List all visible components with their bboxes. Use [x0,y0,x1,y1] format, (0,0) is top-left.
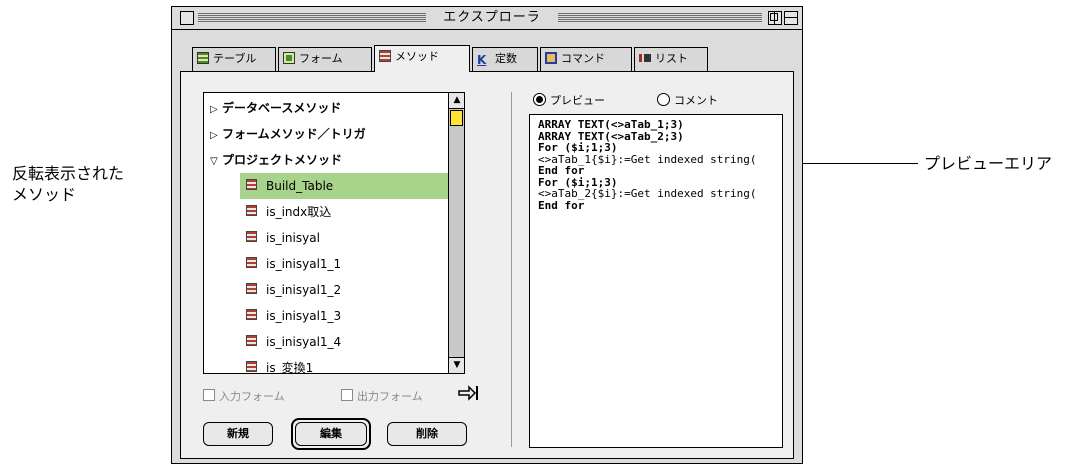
list-item[interactable]: is_inisyal1_1 [204,251,448,277]
open-in-editor-icon[interactable] [457,384,479,402]
delete-button[interactable]: 削除 [387,422,467,446]
title-bar[interactable]: エクスプローラ [172,7,802,30]
checkbox-label: 入力フォーム [219,390,285,403]
tab-table[interactable]: テーブル [192,47,276,71]
list-vertical-scrollbar[interactable]: ▲ ▼ [448,93,464,373]
tab-command[interactable]: コマンド [540,47,632,71]
comment-radio[interactable]: コメント [657,92,718,108]
scroll-down-arrow-icon[interactable]: ▼ [449,357,464,373]
method-icon [246,361,257,372]
code-line: End for [538,198,585,212]
method-name: is_inisyal [266,231,320,245]
tree-folder-form-methods-triggers[interactable]: ▷ フォームメソッド／トリガ [204,121,454,147]
disclosure-triangle-expanded-icon[interactable]: ▽ [210,149,222,175]
form-icon [283,52,295,64]
disclosure-triangle-icon[interactable]: ▷ [210,97,222,123]
callout-highlighted-method: 反転表示された メソッド [12,163,124,205]
code-line: End for [538,164,585,177]
preview-radio[interactable]: プレビュー [533,92,605,108]
tree-folder-project-methods[interactable]: ▽ プロジェクトメソッド [204,147,454,173]
tab-list[interactable]: リスト [634,47,708,71]
method-list[interactable]: ▷ データベースメソッド ▷ フォームメソッド／トリガ ▽ プロジェクトメソッド Bu… [203,92,465,374]
callout-left-line1: 反転表示された [12,164,125,183]
list-item[interactable]: is_inisyal [204,225,448,251]
method-name: Build_Table [266,179,334,193]
tab-label: フォーム [299,52,343,65]
tab-label: 定数 [495,52,517,65]
panel-divider [511,92,512,447]
method-name: is_indx取込 [266,205,332,219]
explorer-window: エクスプローラ テーブル フォーム メソッド K 定数 コマンド リスト ▷ データ… [171,6,803,464]
method-icon [246,179,257,190]
input-form-checkbox[interactable]: 入力フォーム [203,388,285,404]
list-item[interactable]: is_indx取込 [204,199,448,225]
radio-button-selected[interactable] [533,93,546,106]
method-icon [379,50,391,62]
tree-folder-label: プロジェクトメソッド [222,153,343,167]
collapse-box-icon[interactable] [784,11,798,25]
method-name: is_inisyal1_1 [266,257,342,271]
list-item[interactable]: is_inisyal1_2 [204,277,448,303]
code-line: ARRAY TEXT(<>aTab_1;3) [538,118,684,131]
method-name: is_変換1 [266,361,314,374]
list-item[interactable]: is_inisyal1_4 [204,329,448,355]
tab-label: リスト [655,52,688,65]
code-line: <>aTab_2{$i}:=Get indexed string( [538,187,757,200]
tree-folder-label: データベースメソッド [222,101,342,115]
code-line: For ($i;1;3) [538,141,618,154]
tab-label: メソッド [395,50,439,63]
close-box-icon[interactable] [180,11,194,25]
scroll-thumb[interactable] [450,110,463,126]
list-item[interactable]: is_変換1 [204,355,448,374]
scroll-up-arrow-icon[interactable]: ▲ [449,93,464,109]
tree-folder-label: フォームメソッド／トリガ [222,127,366,141]
tab-method[interactable]: メソッド [374,45,470,72]
zoom-box-icon[interactable] [768,11,782,25]
list-item[interactable]: Build_Table [204,173,464,199]
method-icon [246,231,257,242]
list-icon [639,54,651,62]
radio-label: コメント [674,94,718,107]
callout-preview-area: プレビューエリア [924,154,1053,173]
checkbox-box[interactable] [341,389,353,401]
method-icon [246,283,257,294]
title-stripes-right [558,13,762,23]
window-title: エクスプローラ [430,9,554,27]
method-tab-panel: ▷ データベースメソッド ▷ フォームメソッド／トリガ ▽ プロジェクトメソッド Bu… [180,71,794,459]
tree-folder-database-methods[interactable]: ▷ データベースメソッド [204,95,454,121]
method-icon [246,335,257,346]
callout-left-line2: メソッド [12,185,77,204]
edit-button-default-ring: 編集 [291,418,371,450]
tab-label: コマンド [561,52,605,65]
checkbox-label: 出力フォーム [357,390,423,403]
command-icon [545,52,557,64]
method-icon [246,205,257,216]
preview-area: ARRAY TEXT(<>aTab_1;3) ARRAY TEXT(<>aTab… [529,114,783,448]
radio-button[interactable] [657,93,670,106]
method-name: is_inisyal1_4 [266,335,342,349]
method-name: is_inisyal1_2 [266,283,342,297]
edit-button[interactable]: 編集 [295,422,367,446]
disclosure-triangle-icon[interactable]: ▷ [210,123,222,149]
method-icon [246,309,257,320]
tab-form[interactable]: フォーム [278,47,372,71]
radio-label: プレビュー [550,94,605,107]
method-name: is_inisyal1_3 [266,309,342,323]
checkbox-box[interactable] [203,389,215,401]
new-button[interactable]: 新規 [203,422,273,446]
list-item[interactable]: is_inisyal1_3 [204,303,448,329]
tab-constant[interactable]: K 定数 [472,47,538,71]
output-form-checkbox[interactable]: 出力フォーム [341,388,423,404]
constant-k-icon: K [477,53,487,67]
table-icon [197,52,209,64]
method-icon [246,257,257,268]
title-stripes-left [198,13,426,23]
tab-label: テーブル [213,52,257,65]
